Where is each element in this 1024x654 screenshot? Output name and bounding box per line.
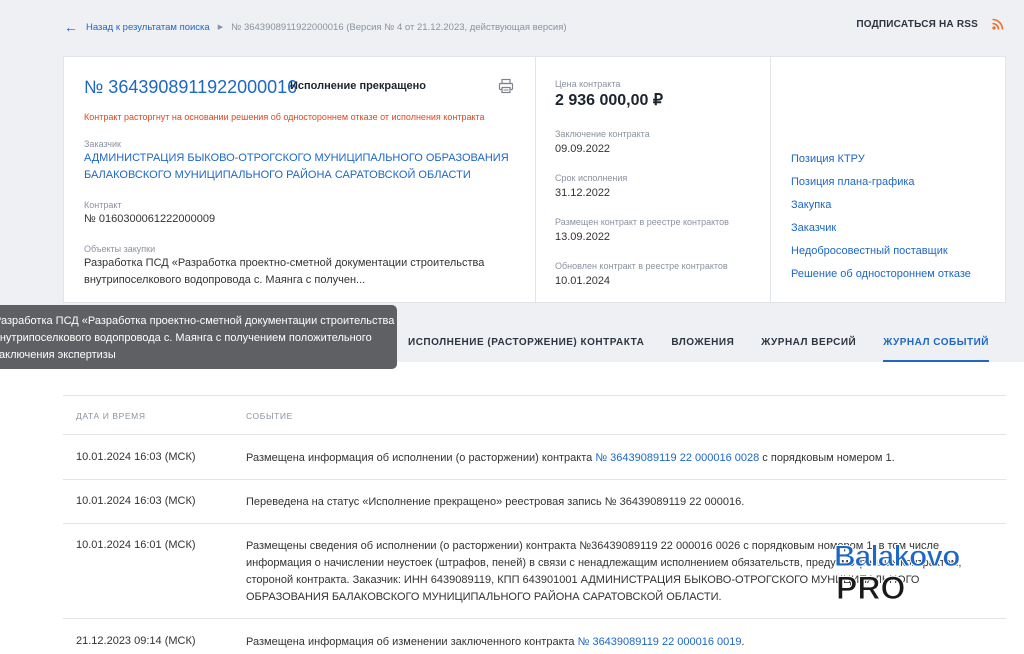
updated-value: 10.01.2024 [555,275,611,287]
link-unfair-supplier[interactable]: Недобросовестный поставщик [791,243,971,266]
balakovo-pro-watermark: Balakovo PRO [834,540,962,605]
contract-status: Исполнение прекращено [290,80,427,92]
customer-name-line2[interactable]: БАЛАКОВСКОГО МУНИЦИПАЛЬНОГО РАЙОНА САРАТ… [84,167,471,184]
customer-label: Заказчик [84,139,121,149]
contract-details-column: Цена контракта 2 936 000,00 ₽ Заключение… [536,57,771,302]
event-text: Размещена информация об исполнении (о ра… [246,452,596,464]
tooltip-line1: Разработка ПСД «Разработка проектно-смет… [0,315,395,327]
customer-name-line1[interactable]: АДМИНИСТРАЦИЯ БЫКОВО-ОТРОГСКОГО МУНИЦИПА… [84,150,509,167]
row-date: 10.01.2024 16:03 (МСК) [76,495,196,507]
conclusion-value: 09.09.2022 [555,143,611,155]
event-link[interactable]: № 36439089119 22 000016 0019 [578,636,742,648]
row-event: Переведена на статус «Исполнение прекращ… [246,494,991,511]
updated-label: Обновлен контракт в реестре контрактов [555,261,728,271]
tab-versions-log[interactable]: ЖУРНАЛ ВЕРСИЙ [761,337,856,362]
print-icon[interactable] [498,78,514,94]
price-label: Цена контракта [555,79,621,89]
tooltip-line3: заключения экспертизы [0,349,116,361]
related-links: Позиция КТРУ Позиция плана-графика Закуп… [791,151,971,289]
rss-subscribe[interactable]: ПОДПИСАТЬСЯ НА RSS [856,18,1004,30]
conclusion-label: Заключение контракта [555,129,650,139]
event-text-after: . [741,636,745,648]
row-date: 10.01.2024 16:03 (МСК) [76,451,196,463]
row-date: 21.12.2023 09:14 (МСК) [76,635,196,647]
event-text: Размещена информация об изменении заключ… [246,636,578,648]
event-text-after: с порядковым номером 1. [759,452,895,464]
objects-line1[interactable]: Разработка ПСД «Разработка проектно-смет… [84,255,484,272]
breadcrumb-current: № 3643908911922000016 (Версия № 4 от 21.… [231,21,567,33]
events-table: ДАТА И ВРЕМЯ СОБЫТИЕ 10.01.2024 16:03 (М… [63,395,1006,654]
rss-subscribe-label[interactable]: ПОДПИСАТЬСЯ НА RSS [856,19,978,30]
column-header-date: ДАТА И ВРЕМЯ [76,411,146,421]
link-customer[interactable]: Заказчик [791,220,971,243]
contract-number[interactable]: № 3643908911922000016 [84,77,297,98]
term-value: 31.12.2022 [555,187,611,199]
price-value: 2 936 000,00 ₽ [555,92,664,109]
tab-execution[interactable]: ИСПОЛНЕНИЕ (РАСТОРЖЕНИЕ) КОНТРАКТА [408,337,644,362]
row-event: Размещена информация об изменении заключ… [246,634,991,651]
placed-value: 13.09.2022 [555,231,611,243]
related-links-column: Позиция КТРУ Позиция плана-графика Закуп… [771,57,1007,302]
term-label: Срок исполнения [555,173,628,183]
table-row: 21.12.2023 09:14 (МСК) Размещена информа… [63,619,1006,654]
contract-card: № 3643908911922000016 Исполнение прекращ… [63,56,1006,303]
placed-label: Размещен контракт в реестре контрактов [555,217,729,227]
table-header: ДАТА И ВРЕМЯ СОБЫТИЕ [63,395,1006,435]
objects-tooltip: Разработка ПСД «Разработка проектно-смет… [0,305,397,369]
link-plan-schedule-position[interactable]: Позиция плана-графика [791,174,971,197]
objects-line2[interactable]: внутрипоселкового водопровода с. Маянга … [84,272,365,289]
breadcrumb: ← Назад к результатам поиска ▶ № 3643908… [64,18,567,36]
contract-main-column: № 3643908911922000016 Исполнение прекращ… [64,57,536,302]
contract-value: № 0160300061222000009 [84,213,216,225]
event-text: Переведена на статус «Исполнение прекращ… [246,496,745,508]
watermark-line2: PRO [836,570,905,604]
tooltip-line2: внутрипоселкового водопровода с. Маянга … [0,332,372,344]
back-arrow-icon[interactable]: ← [64,20,78,34]
link-ktru-position[interactable]: Позиция КТРУ [791,151,971,174]
column-header-event: СОБЫТИЕ [246,411,293,421]
back-to-results-link[interactable]: Назад к результатам поиска [86,22,210,33]
rss-icon[interactable] [992,18,1004,30]
tab-attachments[interactable]: ВЛОЖЕНИЯ [671,337,734,362]
breadcrumb-separator-icon: ▶ [217,24,224,31]
table-row: 10.01.2024 16:03 (МСК) Размещена информа… [63,435,1006,480]
watermark-line1: Balakovo [834,540,960,573]
objects-label: Объекты закупки [84,244,156,254]
event-link[interactable]: № 36439089119 22 000016 0028 [595,452,759,464]
table-row: 10.01.2024 16:03 (МСК) Переведена на ста… [63,480,1006,524]
row-date: 10.01.2024 16:01 (МСК) [76,539,196,551]
row-event: Размещена информация об исполнении (о ра… [246,450,991,467]
termination-note: Контракт расторгнут на основании решения… [84,112,485,122]
contract-tabs: ИСПОЛНЕНИЕ (РАСТОРЖЕНИЕ) КОНТРАКТА ВЛОЖЕ… [408,337,1016,362]
link-procurement[interactable]: Закупка [791,197,971,220]
link-unilateral-refusal[interactable]: Решение об одностороннем отказе [791,266,971,289]
contract-label: Контракт [84,200,122,210]
tab-events-log[interactable]: ЖУРНАЛ СОБЫТИЙ [883,337,989,362]
